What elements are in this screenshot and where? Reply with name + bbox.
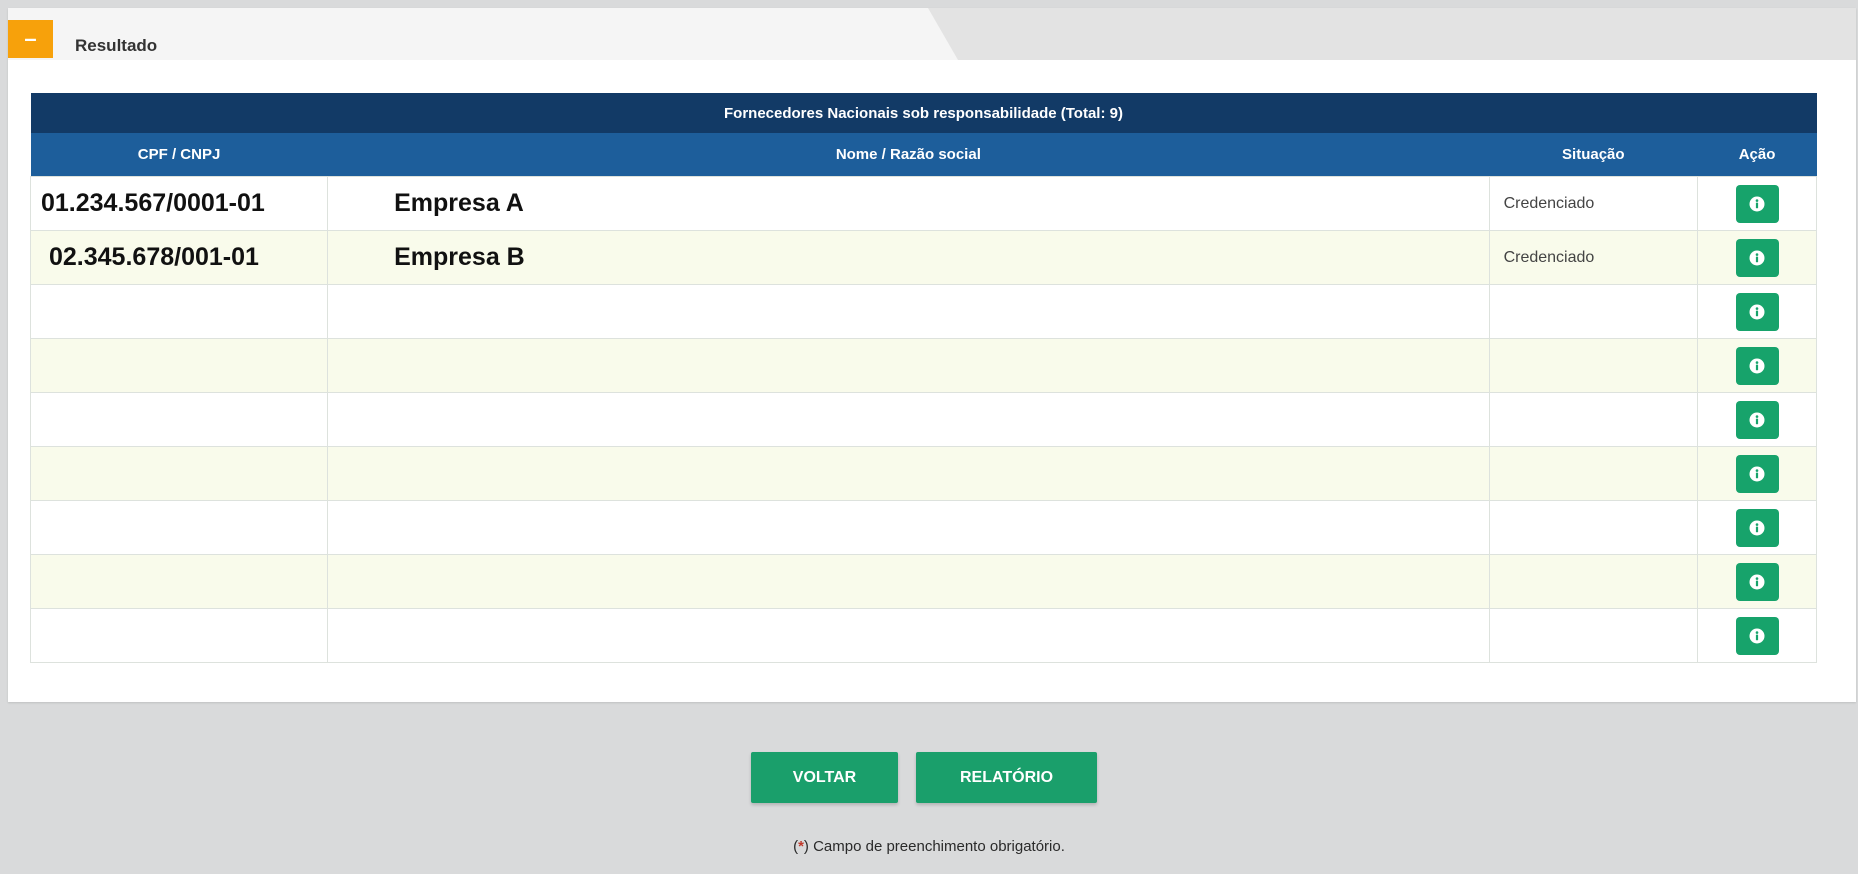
cell-situacao (1488, 446, 1699, 501)
table-row (29, 338, 1817, 393)
info-icon (1749, 466, 1765, 481)
info-button[interactable] (1735, 346, 1779, 385)
panel-title: Resultado (75, 36, 158, 55)
info-icon (1749, 250, 1765, 265)
cell-acao (1697, 554, 1817, 609)
cell-cpf-cnpj (29, 608, 329, 663)
table-body: 01.234.567/0001-01 Empresa A Credenciado 02… (29, 176, 1817, 663)
suppliers-table: Fornecedores Nacionais sob responsabilid… (29, 93, 1817, 663)
cell-situacao: Credenciado (1488, 176, 1699, 231)
cell-cpf-cnpj (29, 284, 329, 339)
column-header-acao: Ação (1697, 133, 1817, 177)
cell-nome (327, 284, 1490, 339)
info-button[interactable] (1735, 292, 1779, 331)
table-row (29, 554, 1817, 609)
cell-situacao: Credenciado (1488, 230, 1699, 285)
cell-cpf-cnpj (29, 554, 329, 609)
cell-nome (327, 608, 1490, 663)
cell-cpf-cnpj (29, 446, 329, 501)
relatorio-button[interactable]: RELATÓRIO (916, 752, 1097, 803)
panel-header: – Resultado (8, 8, 1856, 60)
table-caption: Fornecedores Nacionais sob responsabilid… (30, 93, 1817, 133)
note-text: ) Campo de preenchimento obrigatório. (803, 838, 1065, 855)
cell-nome (327, 446, 1490, 501)
cell-nome (327, 554, 1490, 609)
cell-situacao (1488, 338, 1699, 393)
info-button[interactable] (1735, 508, 1779, 547)
cell-acao (1697, 392, 1817, 447)
table-row (29, 446, 1817, 501)
cell-situacao (1488, 284, 1699, 339)
info-button[interactable] (1735, 184, 1779, 223)
info-icon (1749, 196, 1765, 211)
cell-cpf-cnpj (29, 338, 329, 393)
column-header-situacao: Situação (1489, 133, 1698, 177)
required-field-note: (*) Campo de preenchimento obrigatório. (0, 838, 1858, 855)
cell-acao (1697, 608, 1817, 663)
voltar-button[interactable]: VOLTAR (751, 752, 898, 803)
cell-cpf-cnpj (29, 500, 329, 555)
column-header-nome: Nome / Razão social (327, 133, 1490, 177)
cell-acao (1697, 230, 1817, 285)
info-button[interactable] (1735, 400, 1779, 439)
cell-cpf-cnpj: 02.345.678/001-01 (29, 230, 329, 285)
cell-acao (1697, 284, 1817, 339)
cell-acao (1697, 500, 1817, 555)
cell-cpf-cnpj (29, 392, 329, 447)
cell-situacao (1488, 608, 1699, 663)
table-row (29, 500, 1817, 555)
cell-acao (1697, 338, 1817, 393)
cell-cpf-cnpj: 01.234.567/0001-01 (29, 176, 329, 231)
table-row: 02.345.678/001-01 Empresa B Credenciado (29, 230, 1817, 285)
info-icon (1749, 520, 1765, 535)
cell-nome: Empresa B (327, 230, 1490, 285)
cell-situacao (1488, 500, 1699, 555)
info-button[interactable] (1735, 616, 1779, 655)
minus-icon: – (24, 26, 37, 51)
result-panel: – Resultado Fornecedores Nacionais sob r… (8, 8, 1856, 702)
collapse-button[interactable]: – (8, 20, 53, 58)
cell-situacao (1488, 392, 1699, 447)
cell-nome (327, 392, 1490, 447)
cell-situacao (1488, 554, 1699, 609)
info-icon (1749, 304, 1765, 319)
table-row (29, 392, 1817, 447)
table-row (29, 284, 1817, 339)
info-icon (1749, 412, 1765, 427)
cell-nome: Empresa A (327, 176, 1490, 231)
cell-nome (327, 338, 1490, 393)
info-button[interactable] (1735, 562, 1779, 601)
info-icon (1749, 628, 1765, 643)
info-button[interactable] (1735, 238, 1779, 277)
info-icon (1749, 358, 1765, 373)
cell-nome (327, 500, 1490, 555)
cell-acao (1697, 446, 1817, 501)
info-button[interactable] (1735, 454, 1779, 493)
table-row (29, 608, 1817, 663)
column-header-cpf-cnpj: CPF / CNPJ (30, 133, 328, 177)
info-icon (1749, 574, 1765, 589)
cell-acao (1697, 176, 1817, 231)
table-row: 01.234.567/0001-01 Empresa A Credenciado (29, 176, 1817, 231)
